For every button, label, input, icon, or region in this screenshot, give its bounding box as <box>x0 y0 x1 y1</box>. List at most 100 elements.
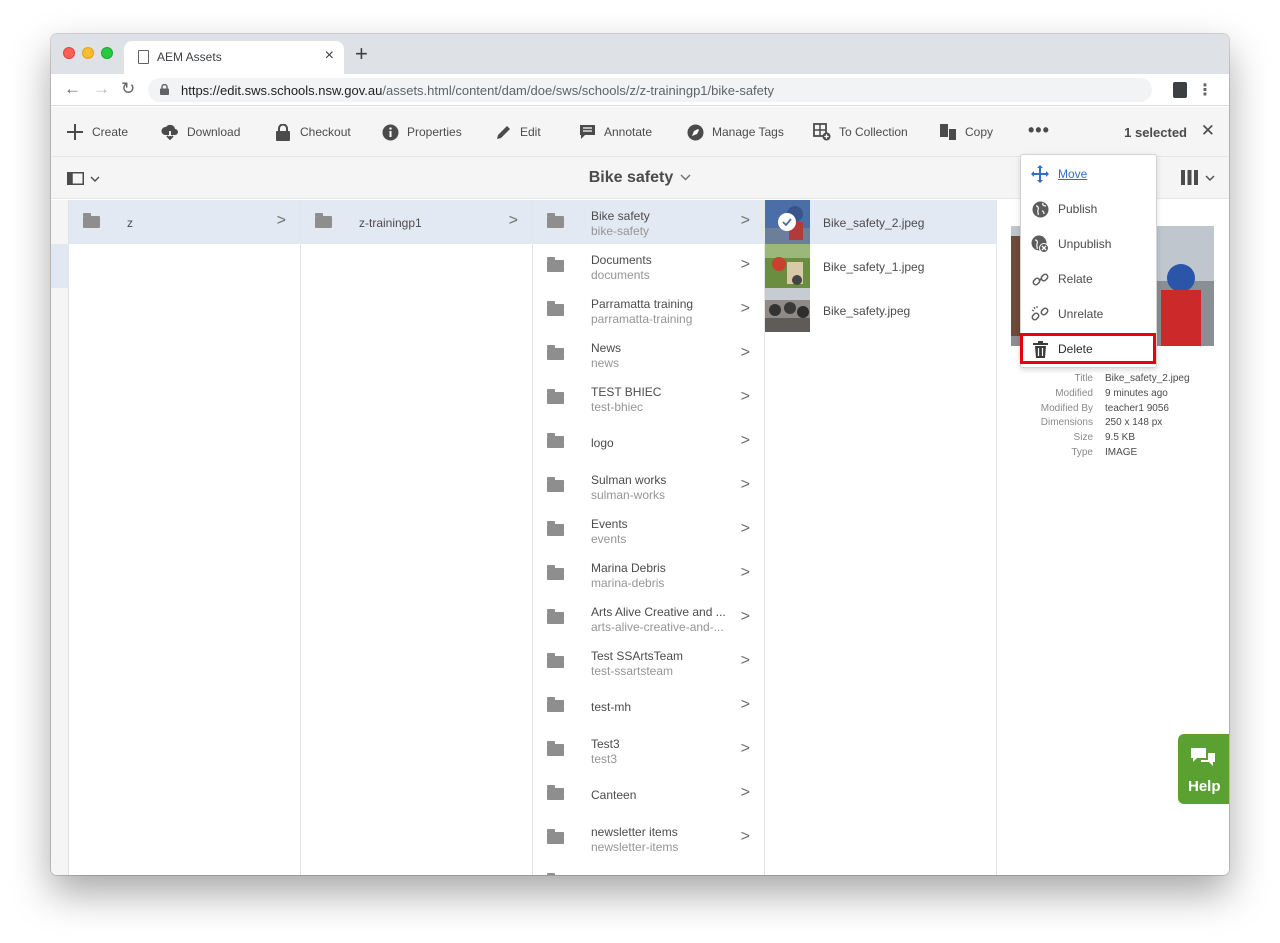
unlink-icon <box>1031 305 1049 323</box>
folder-subtitle: test-bhiec <box>591 400 644 414</box>
maximize-window-button[interactable] <box>101 47 113 59</box>
metadata-key: Size <box>1073 432 1093 444</box>
copy-button[interactable]: Copy <box>939 123 993 141</box>
help-button[interactable]: Help <box>1178 734 1229 804</box>
folder-icon <box>547 829 564 844</box>
menu-item-relate[interactable]: Relate <box>1021 262 1156 296</box>
folder-subtitle: bike-safety <box>591 224 650 238</box>
lock-icon <box>274 123 292 141</box>
copy-label: Copy <box>965 125 994 139</box>
folder-row[interactable]: TEST BHIEC test-bhiec > <box>533 376 764 420</box>
chevron-right-icon: > <box>740 344 750 361</box>
folder-row[interactable]: Test3 test3 > <box>533 728 764 772</box>
url-field[interactable]: https://edit.sws.schools.nsw.gov.au/asse… <box>148 78 1152 102</box>
folder-title: Events <box>591 517 628 531</box>
folder-row[interactable]: Events events > <box>533 508 764 552</box>
metadata-row: Modified 9 minutes ago <box>1011 388 1221 403</box>
menu-item-unrelate[interactable]: Unrelate <box>1021 297 1156 331</box>
annotate-label: Annotate <box>604 125 653 139</box>
view-switcher-button[interactable] <box>1181 170 1215 185</box>
menu-item-label: Move <box>1058 167 1088 181</box>
pencil-icon <box>494 123 512 141</box>
folder-subtitle: arts-alive-creative-and-... <box>591 620 724 634</box>
page-icon <box>138 50 149 64</box>
lock-icon <box>160 84 169 95</box>
chevron-right-icon: > <box>740 608 750 625</box>
create-label: Create <box>92 125 129 139</box>
collection-icon <box>813 123 831 141</box>
checkout-button[interactable]: Checkout <box>274 123 351 141</box>
folder-title: Documents <box>591 253 652 267</box>
asset-row[interactable]: Bike_safety_1.jpeg <box>765 244 996 288</box>
folder-row[interactable]: Test SSArtsTeam test-ssartsteam > <box>533 640 764 684</box>
folder-title: test-mh <box>591 700 632 714</box>
browser-menu-icon[interactable]: ⋮ <box>1197 80 1213 100</box>
folder-title: z <box>127 216 133 230</box>
browser-tab[interactable]: AEM Assets × <box>124 41 344 74</box>
to-collection-button[interactable]: To Collection <box>813 123 908 141</box>
folder-row[interactable]: Ni... <box>533 860 764 875</box>
metadata-value: 9.5 KB <box>1105 432 1136 444</box>
forward-icon[interactable]: → <box>93 79 110 99</box>
folder-icon <box>547 301 564 316</box>
manage-tags-label: Manage Tags <box>712 125 784 139</box>
tab-close-icon[interactable]: × <box>325 47 334 65</box>
folder-row[interactable]: Documents documents > <box>533 244 764 288</box>
chevron-right-icon: > <box>740 300 750 317</box>
folder-subtitle: test3 <box>591 752 618 766</box>
asset-row[interactable]: Bike_safety_2.jpeg <box>765 200 996 244</box>
column-z: z > <box>69 200 301 875</box>
asset-row[interactable]: Bike_safety.jpeg <box>765 288 996 332</box>
clipboard-extension-icon[interactable] <box>1173 82 1187 98</box>
folder-row[interactable]: test-mh > <box>533 684 764 728</box>
properties-button[interactable]: Properties <box>381 123 462 141</box>
metadata-row: Size 9.5 KB <box>1011 432 1221 447</box>
close-window-button[interactable] <box>63 47 75 59</box>
properties-label: Properties <box>407 125 462 139</box>
clear-selection-icon[interactable]: ✕ <box>1201 121 1215 141</box>
folder-subtitle: newsletter-items <box>591 840 679 854</box>
folder-row[interactable]: Parramatta training parramatta-training > <box>533 288 764 332</box>
folder-title: Marina Debris <box>591 561 666 575</box>
menu-item-move[interactable]: Move <box>1021 157 1156 191</box>
folder-row[interactable]: logo > <box>533 420 764 464</box>
menu-item-unpublish[interactable]: Unpublish <box>1021 227 1156 261</box>
folder-icon <box>547 389 564 404</box>
folder-icon <box>83 213 100 228</box>
new-tab-button[interactable]: + <box>355 41 368 67</box>
folder-row[interactable]: newsletter items newsletter-items > <box>533 816 764 860</box>
more-actions-button[interactable]: ••• <box>1028 120 1050 141</box>
parent-column-edge[interactable] <box>51 200 69 875</box>
back-icon[interactable]: ← <box>64 79 81 99</box>
tag-icon <box>686 123 704 141</box>
folder-subtitle: test-ssartsteam <box>591 664 674 678</box>
column-z-trainingp1: z-trainingp1 > <box>301 200 533 875</box>
manage-tags-button[interactable]: Manage Tags <box>686 123 784 141</box>
folder-row-z-trainingp1[interactable]: z-trainingp1 > <box>301 200 532 244</box>
folder-row[interactable]: News news > <box>533 332 764 376</box>
edit-button[interactable]: Edit <box>494 123 541 141</box>
folder-row[interactable]: Marina Debris marina-debris > <box>533 552 764 596</box>
folder-title: News <box>591 341 622 355</box>
chevron-right-icon: > <box>740 652 750 669</box>
download-icon <box>161 123 179 141</box>
chevron-right-icon: > <box>740 432 750 449</box>
folder-row[interactable]: Canteen > <box>533 772 764 816</box>
minimize-window-button[interactable] <box>82 47 94 59</box>
folder-row[interactable]: Bike safety bike-safety > <box>533 200 764 244</box>
action-bar: Create Download Checkout Properties Edit… <box>51 107 1229 157</box>
download-button[interactable]: Download <box>161 123 240 141</box>
folder-subtitle: documents <box>591 268 650 282</box>
reload-icon[interactable]: ↻ <box>121 79 135 99</box>
chat-bubbles-icon <box>1191 748 1215 766</box>
annotate-button[interactable]: Annotate <box>578 123 652 141</box>
copy-icon <box>939 123 957 141</box>
chevron-right-icon: > <box>740 564 750 581</box>
folder-row[interactable]: Sulman works sulman-works > <box>533 464 764 508</box>
menu-item-publish[interactable]: Publish <box>1021 192 1156 226</box>
metadata-row: Title Bike_safety_2.jpeg <box>1011 373 1221 388</box>
menu-item-label: Unrelate <box>1058 307 1104 321</box>
folder-row[interactable]: Arts Alive Creative and ... arts-alive-cr… <box>533 596 764 640</box>
create-button[interactable]: Create <box>66 123 128 141</box>
folder-row-z[interactable]: z > <box>69 200 300 244</box>
